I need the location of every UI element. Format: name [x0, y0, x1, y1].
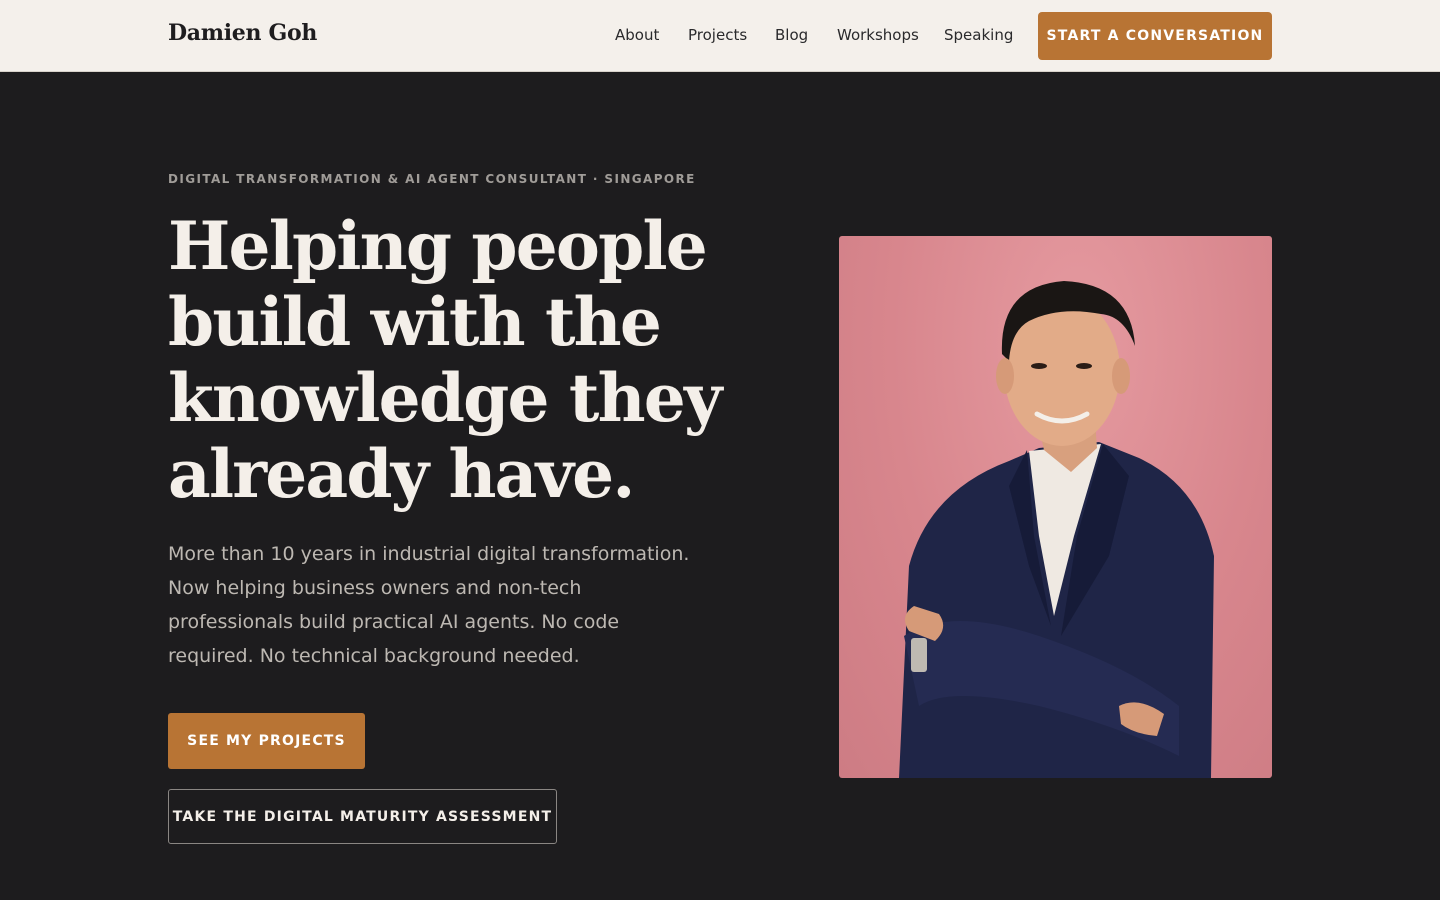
nav-item-speaking[interactable]: Speaking: [944, 26, 1013, 44]
headline-line: Helping people: [168, 207, 708, 285]
nav-link-workshops[interactable]: Workshops: [837, 26, 919, 44]
portrait-illustration: [899, 281, 1214, 778]
portrait-photo: [839, 236, 1272, 778]
nav-link-blog[interactable]: Blog: [775, 26, 808, 44]
nav-item-about[interactable]: About: [615, 26, 659, 44]
hero-intro: More than 10 years in industrial digital…: [168, 543, 690, 667]
nav-link-about[interactable]: About: [615, 26, 659, 44]
digital-maturity-assessment-button[interactable]: TAKE THE DIGITAL MATURITY ASSESSMENT: [168, 789, 557, 844]
see-projects-button[interactable]: SEE MY PROJECTS: [168, 713, 365, 769]
headline-line: knowledge they: [168, 359, 722, 437]
headline-line: build with the: [168, 283, 662, 361]
headline-line: already have.: [168, 435, 635, 513]
nav-item-blog[interactable]: Blog: [775, 26, 808, 44]
start-conversation-button[interactable]: START A CONVERSATION: [1038, 12, 1272, 60]
hero-headline: Helping people build with the knowledge …: [168, 208, 768, 512]
hero-eyebrow: DIGITAL TRANSFORMATION & AI AGENT CONSUL…: [168, 172, 696, 186]
nav-item-workshops[interactable]: Workshops: [837, 26, 919, 44]
nav-link-projects[interactable]: Projects: [688, 26, 747, 44]
site-header: Damien Goh About Projects Blog Workshops…: [0, 0, 1440, 72]
nav-link-speaking[interactable]: Speaking: [944, 26, 1013, 44]
nav-item-projects[interactable]: Projects: [688, 26, 747, 44]
site-logo[interactable]: Damien Goh: [168, 20, 317, 46]
